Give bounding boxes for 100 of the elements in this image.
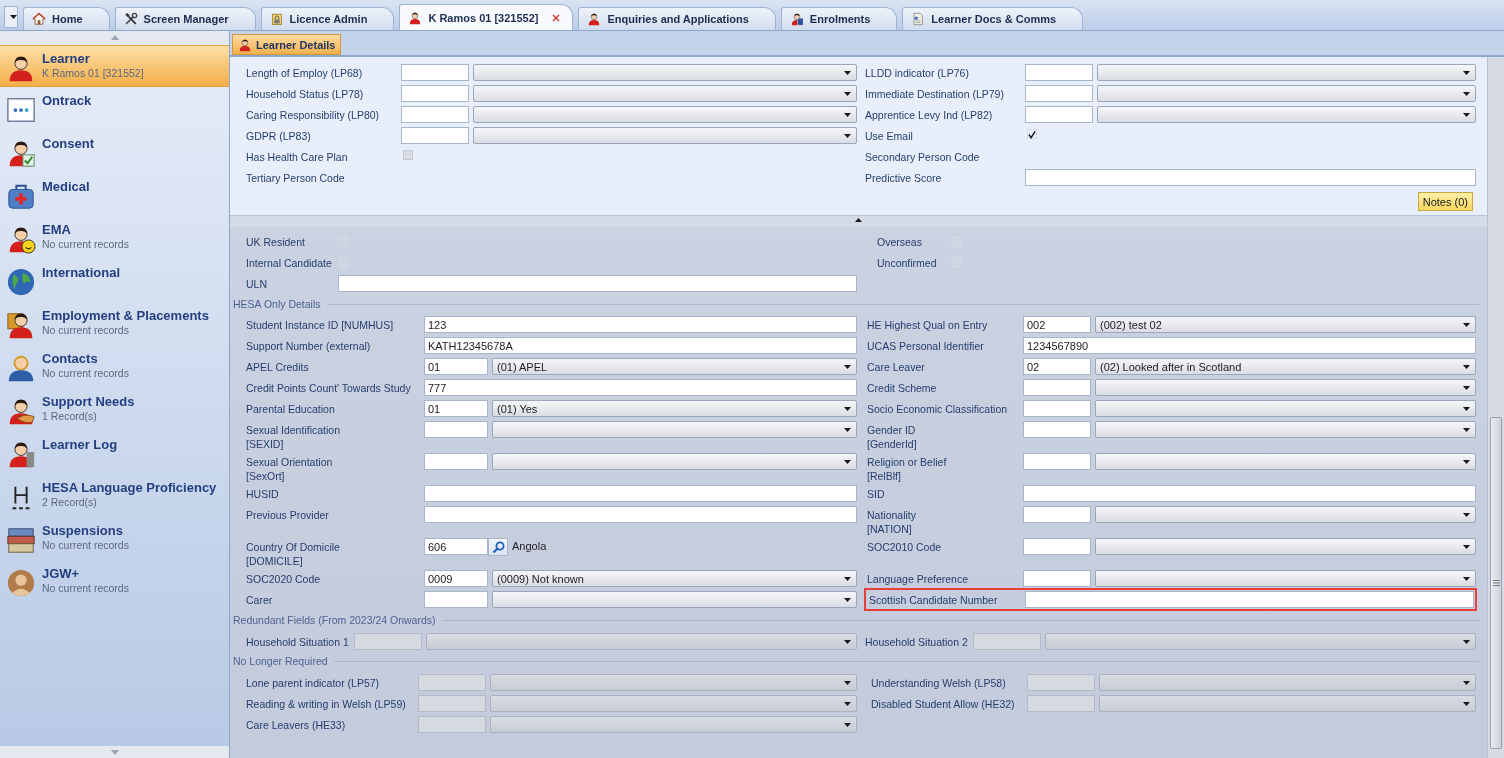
code-field[interactable]: 01	[424, 400, 488, 417]
dropdown[interactable]	[1097, 85, 1476, 102]
dropdown[interactable]	[492, 421, 857, 438]
dropdown[interactable]: (01) APEL	[492, 358, 857, 375]
tab[interactable]: Home	[23, 7, 110, 30]
code-field[interactable]	[1023, 400, 1091, 417]
panel-tab[interactable]: Learner Details	[232, 34, 342, 55]
dropdown[interactable]: (0009) Not known	[492, 570, 857, 587]
dropdown[interactable]	[492, 453, 857, 470]
tab[interactable]: Licence Admin	[260, 7, 395, 30]
caret-icon	[844, 427, 851, 432]
sidebar-item[interactable]: Suspensions No current records	[0, 518, 229, 561]
item-subtitle: No current records	[42, 367, 129, 380]
tab[interactable]: Enquiries and Applications	[578, 7, 776, 30]
code-field[interactable]	[424, 453, 488, 470]
sidebar-item[interactable]: Contacts No current records	[0, 346, 229, 389]
tab-list-button[interactable]	[4, 6, 18, 28]
item-subtitle: No current records	[42, 539, 129, 552]
caret-icon	[844, 576, 851, 581]
code-field[interactable]: 606	[424, 538, 488, 555]
caret-icon	[1463, 112, 1470, 117]
code-field[interactable]	[424, 421, 488, 438]
dropdown[interactable]	[1095, 421, 1476, 438]
code-field[interactable]: 01	[424, 358, 488, 375]
sidebar-item[interactable]: HESA Language Proficiency 2 Record(s)	[0, 475, 229, 518]
sidebar-item[interactable]: Ontrack	[0, 88, 229, 131]
text-field[interactable]	[1025, 591, 1474, 608]
dropdown[interactable]: (002) test 02	[1095, 316, 1476, 333]
text-field[interactable]	[424, 485, 857, 502]
dropdown[interactable]	[1095, 506, 1476, 523]
sidebar-item[interactable]: Consent	[0, 131, 229, 174]
sidebar-item[interactable]: JGW+ No current records	[0, 561, 229, 604]
text-field[interactable]: KATH12345678A	[424, 337, 857, 354]
dropdown[interactable]	[492, 591, 857, 608]
close-icon[interactable]	[552, 13, 561, 22]
dropdown[interactable]	[1095, 400, 1476, 417]
code-field[interactable]	[1025, 85, 1093, 102]
code-field[interactable]	[401, 64, 469, 81]
sidebar-item[interactable]: Medical	[0, 174, 229, 217]
sidebar-item[interactable]: EMA No current records	[0, 217, 229, 260]
lookup-button[interactable]	[488, 538, 508, 556]
field-label: SOC2020 Code	[246, 572, 322, 586]
dropdown[interactable]	[473, 127, 857, 144]
code-field[interactable]	[401, 85, 469, 102]
code-field[interactable]	[1023, 453, 1091, 470]
sidebar-item[interactable]: Support Needs 1 Record(s)	[0, 389, 229, 432]
text-field[interactable]	[1023, 485, 1476, 502]
dropdown[interactable]	[1097, 64, 1476, 81]
text-field[interactable]: 777	[424, 379, 857, 396]
code-field[interactable]	[1023, 421, 1091, 438]
code-field[interactable]	[1023, 379, 1091, 396]
code-field[interactable]: 0009	[424, 570, 488, 587]
code-field[interactable]: 002	[1023, 316, 1091, 333]
field-label: Disabled Student Allow (HE32)	[870, 697, 1016, 711]
dropdown[interactable]	[1095, 570, 1476, 587]
code-field[interactable]: 02	[1023, 358, 1091, 375]
collapse-icon[interactable]	[855, 218, 862, 222]
caret-icon	[1463, 576, 1470, 581]
scroll-up-icon[interactable]	[110, 34, 119, 40]
caret-icon	[844, 70, 851, 75]
text-field[interactable]: 123	[424, 316, 857, 333]
caret-icon	[1463, 512, 1470, 517]
field-label: Carer	[246, 593, 274, 607]
code-field[interactable]	[1025, 64, 1093, 81]
code-field[interactable]	[1023, 506, 1091, 523]
dropdown[interactable]	[1095, 379, 1476, 396]
tab[interactable]: Screen Manager	[114, 7, 256, 30]
sidebar-item[interactable]: International	[0, 260, 229, 303]
text-field[interactable]	[338, 275, 857, 292]
dropdown[interactable]	[473, 64, 857, 81]
scrollbar-thumb[interactable]	[1490, 417, 1502, 749]
dropdown[interactable]	[1095, 538, 1476, 555]
code-field[interactable]	[1023, 538, 1091, 555]
text-field[interactable]	[424, 506, 857, 523]
tab[interactable]: Learner Docs & Comms	[902, 7, 1084, 30]
dropdown[interactable]: (02) Looked after in Scotland	[1095, 358, 1476, 375]
scrollbar[interactable]	[1487, 57, 1504, 758]
dropdown[interactable]	[1095, 453, 1476, 470]
code-field[interactable]	[401, 127, 469, 144]
field-label: SID	[866, 487, 886, 501]
code-field[interactable]	[401, 106, 469, 123]
code-field[interactable]	[1023, 570, 1091, 587]
tab[interactable]: K Ramos 01 [321552]	[399, 4, 574, 30]
sidebar-item[interactable]: Employment & Placements No current records	[0, 303, 229, 346]
document-icon	[911, 12, 926, 26]
scroll-down-icon[interactable]	[110, 749, 119, 755]
text-field[interactable]: 1234567890	[1023, 337, 1476, 354]
code-field[interactable]	[1025, 106, 1093, 123]
dropdown[interactable]: (01) Yes	[492, 400, 857, 417]
dropdown[interactable]	[473, 85, 857, 102]
sidebar-item[interactable]: Learner Log	[0, 432, 229, 475]
panel-icon	[6, 95, 36, 125]
dropdown[interactable]	[473, 106, 857, 123]
sidebar-item[interactable]: Learner K Ramos 01 [321552]	[0, 45, 229, 87]
code-field[interactable]	[424, 591, 488, 608]
tab[interactable]: Enrolments	[780, 7, 898, 30]
notes-button[interactable]: Notes (0)	[1417, 192, 1473, 211]
text-field[interactable]	[1025, 169, 1476, 186]
dropdown[interactable]	[1097, 106, 1476, 123]
checkbox[interactable]	[1027, 129, 1037, 139]
